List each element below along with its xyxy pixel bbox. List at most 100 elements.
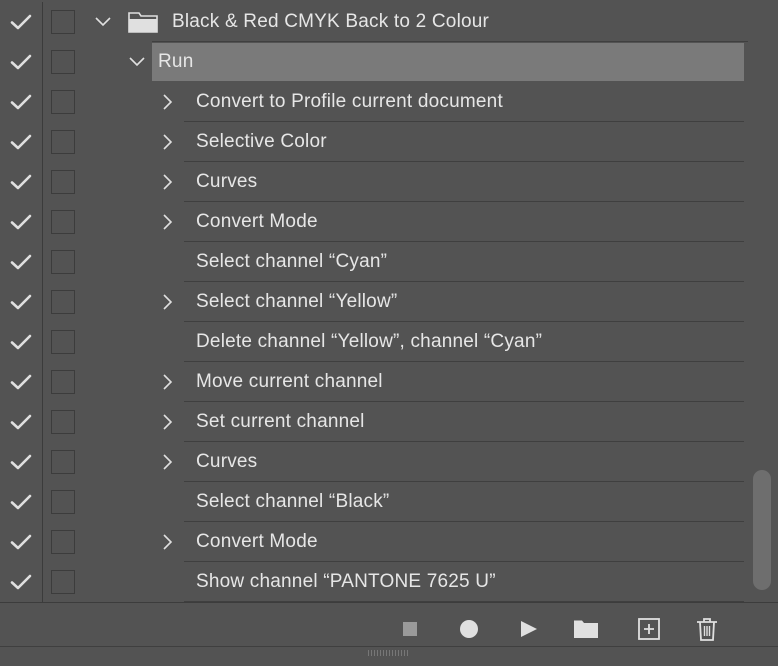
toggle-dialog-box[interactable] xyxy=(51,530,75,554)
toggle-dialog-box[interactable] xyxy=(51,410,75,434)
collapse-set-toggle[interactable] xyxy=(94,2,112,42)
expand-step-toggle[interactable] xyxy=(158,202,176,242)
toggle-dialog-box[interactable] xyxy=(51,90,75,114)
toggle-dialog-box[interactable] xyxy=(51,570,75,594)
begin-recording-button[interactable] xyxy=(452,603,486,655)
actions-panel: Black & Red CMYK Back to 2 Colour Run Co… xyxy=(0,0,778,666)
toggle-item-checkbox[interactable] xyxy=(0,122,43,162)
expand-step-toggle[interactable] xyxy=(158,442,176,482)
chevron-right-icon xyxy=(163,454,173,470)
action-step-row[interactable]: Select channel “Black” xyxy=(0,482,748,522)
toggle-item-checkbox[interactable] xyxy=(0,322,43,362)
checkmark-icon xyxy=(10,174,32,190)
checkmark-icon xyxy=(10,454,32,470)
toggle-dialog-box[interactable] xyxy=(51,10,75,34)
action-set-name: Black & Red CMYK Back to 2 Colour xyxy=(172,11,490,32)
step-label: Delete channel “Yellow”, channel “Cyan” xyxy=(196,331,543,352)
expand-step-toggle[interactable] xyxy=(158,522,176,562)
chevron-right-icon xyxy=(163,294,173,310)
create-new-set-button[interactable] xyxy=(568,603,604,655)
action-step-row[interactable]: Curves xyxy=(0,442,748,482)
expand-step-toggle[interactable] xyxy=(158,282,176,322)
step-label: Move current channel xyxy=(196,371,383,392)
stop-icon xyxy=(403,622,417,636)
resize-grip[interactable] xyxy=(368,650,408,656)
toggle-item-checkbox[interactable] xyxy=(0,42,43,82)
expand-step-toggle[interactable] xyxy=(158,362,176,402)
checkmark-icon xyxy=(10,574,32,590)
toggle-item-checkbox[interactable] xyxy=(0,282,43,322)
toggle-item-checkbox[interactable] xyxy=(0,562,43,602)
play-icon xyxy=(521,621,537,637)
checkmark-icon xyxy=(10,254,32,270)
toggle-item-checkbox[interactable] xyxy=(0,402,43,442)
chevron-right-icon xyxy=(163,94,173,110)
checkmark-icon xyxy=(10,294,32,310)
action-name: Run xyxy=(158,51,194,72)
action-step-row[interactable]: Convert Mode xyxy=(0,522,748,562)
toggle-item-checkbox[interactable] xyxy=(0,482,43,522)
toggle-item-checkbox[interactable] xyxy=(0,82,43,122)
checkmark-icon xyxy=(10,94,32,110)
scrollbar-thumb[interactable] xyxy=(753,470,771,590)
toggle-dialog-box[interactable] xyxy=(51,330,75,354)
step-label: Curves xyxy=(196,171,258,192)
checkmark-icon xyxy=(10,414,32,430)
step-label: Convert Mode xyxy=(196,531,318,552)
action-selected-highlight xyxy=(152,43,744,81)
step-label: Select channel “Cyan” xyxy=(196,251,388,272)
toggle-dialog-box[interactable] xyxy=(51,50,75,74)
action-set-row[interactable]: Black & Red CMYK Back to 2 Colour xyxy=(0,2,748,42)
action-row[interactable]: Run xyxy=(0,42,748,82)
new-action-icon xyxy=(638,618,660,640)
action-step-row[interactable]: Curves xyxy=(0,162,748,202)
expand-step-toggle[interactable] xyxy=(158,122,176,162)
expand-step-toggle[interactable] xyxy=(158,82,176,122)
toggle-dialog-box[interactable] xyxy=(51,210,75,234)
action-step-row[interactable]: Set current channel xyxy=(0,402,748,442)
toggle-item-checkbox[interactable] xyxy=(0,362,43,402)
toggle-dialog-box[interactable] xyxy=(51,250,75,274)
toggle-dialog-box[interactable] xyxy=(51,130,75,154)
panel-toolbar xyxy=(0,602,778,666)
action-step-row[interactable]: Convert Mode xyxy=(0,202,748,242)
chevron-right-icon xyxy=(163,214,173,230)
action-step-row[interactable]: Delete channel “Yellow”, channel “Cyan” xyxy=(0,322,748,362)
toggle-item-checkbox[interactable] xyxy=(0,442,43,482)
step-label: Curves xyxy=(196,451,258,472)
toggle-item-checkbox[interactable] xyxy=(0,162,43,202)
expand-step-toggle[interactable] xyxy=(158,162,176,202)
toggle-dialog-box[interactable] xyxy=(51,370,75,394)
create-new-action-button[interactable] xyxy=(632,603,666,655)
toggle-dialog-box[interactable] xyxy=(51,170,75,194)
stop-recording-button[interactable] xyxy=(395,603,425,655)
play-selection-button[interactable] xyxy=(512,603,546,655)
checkmark-icon xyxy=(10,494,32,510)
action-step-row[interactable]: Show channel “PANTONE 7625 U” xyxy=(0,562,748,602)
toggle-item-checkbox[interactable] xyxy=(0,202,43,242)
folder-icon xyxy=(574,620,598,638)
expand-step-toggle[interactable] xyxy=(158,402,176,442)
toggle-item-checkbox[interactable] xyxy=(0,2,43,42)
toggle-dialog-box[interactable] xyxy=(51,450,75,474)
chevron-down-icon xyxy=(129,57,145,67)
step-cell xyxy=(184,442,744,482)
checkmark-icon xyxy=(10,334,32,350)
action-step-row[interactable]: Select channel “Cyan” xyxy=(0,242,748,282)
toggle-dialog-box[interactable] xyxy=(51,490,75,514)
step-label: Select channel “Black” xyxy=(196,491,390,512)
action-step-row[interactable]: Convert to Profile current document xyxy=(0,82,748,122)
chevron-right-icon xyxy=(163,134,173,150)
toggle-dialog-box[interactable] xyxy=(51,290,75,314)
toggle-item-checkbox[interactable] xyxy=(0,242,43,282)
delete-button[interactable] xyxy=(690,603,724,655)
action-step-row[interactable]: Move current channel xyxy=(0,362,748,402)
panel-bottom-border xyxy=(0,646,778,647)
toggle-item-checkbox[interactable] xyxy=(0,522,43,562)
action-step-row[interactable]: Select channel “Yellow” xyxy=(0,282,748,322)
action-step-row[interactable]: Selective Color xyxy=(0,122,748,162)
trash-icon xyxy=(697,618,717,641)
collapse-action-toggle[interactable] xyxy=(128,42,146,82)
chevron-right-icon xyxy=(163,174,173,190)
step-label: Select channel “Yellow” xyxy=(196,291,398,312)
